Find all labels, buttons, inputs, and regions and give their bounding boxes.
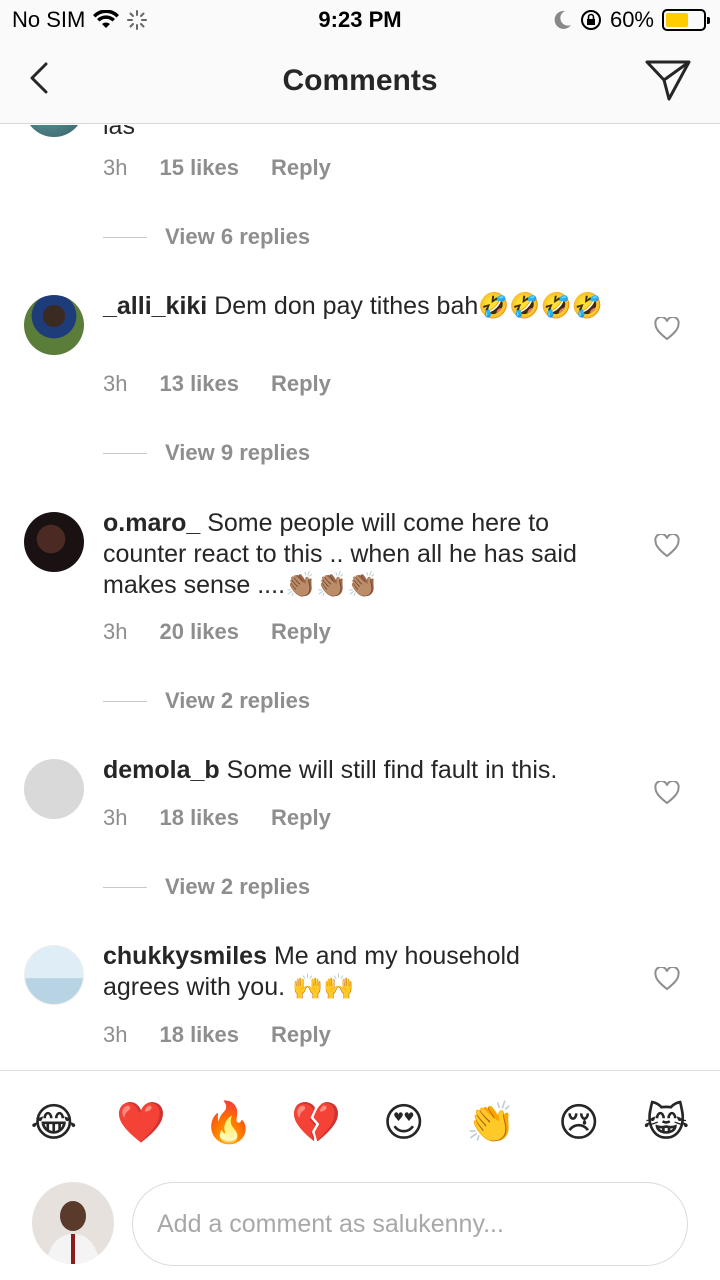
- view-replies-button[interactable]: View 2 replies: [103, 874, 310, 900]
- comment-body: Some will still find fault in this.: [219, 756, 558, 784]
- comment-time: 3h: [103, 805, 128, 830]
- nav-bar: Comments: [0, 40, 720, 124]
- view-replies-label: View 6 replies: [165, 224, 311, 249]
- comment-likes[interactable]: 18 likes: [159, 805, 239, 831]
- view-replies-label: View 9 replies: [165, 440, 311, 465]
- comment-meta: 3h 18 likes Reply: [103, 805, 331, 831]
- reply-button[interactable]: Reply: [271, 1022, 331, 1048]
- comment-time: 3h: [103, 619, 128, 644]
- paper-plane-icon[interactable]: [644, 58, 692, 102]
- crying-face-emoji-icon[interactable]: 😢: [554, 1098, 604, 1148]
- like-heart-icon[interactable]: [654, 534, 680, 558]
- comment-time: 3h: [103, 1022, 128, 1047]
- comments-list[interactable]: las 3h 15 likes Reply View 6 replies _al…: [0, 125, 720, 1070]
- comment-likes[interactable]: 13 likes: [159, 371, 239, 397]
- comment-likes[interactable]: 20 likes: [159, 619, 239, 645]
- broken-heart-emoji-icon[interactable]: 💔: [291, 1098, 341, 1148]
- status-bar: No SIM 9:23 PM 60%: [0, 0, 720, 40]
- comment-body: Dem don pay tithes bah🤣🤣🤣🤣: [207, 292, 603, 320]
- like-heart-icon[interactable]: [654, 317, 680, 341]
- comment-likes[interactable]: 15 likes: [159, 155, 239, 181]
- comment-username[interactable]: _alli_kiki: [103, 292, 207, 320]
- comment-meta: 3h 15 likes Reply: [103, 155, 331, 181]
- comment-meta: 3h 13 likes Reply: [103, 371, 331, 397]
- view-replies-label: View 2 replies: [165, 688, 311, 713]
- orientation-lock-icon: [580, 10, 601, 30]
- comment-username[interactable]: o.maro_: [103, 509, 200, 537]
- like-heart-icon[interactable]: [654, 967, 680, 991]
- comment-meta: 3h 18 likes Reply: [103, 1022, 331, 1048]
- avatar[interactable]: [24, 759, 84, 819]
- moon-icon: [554, 10, 571, 29]
- reply-button[interactable]: Reply: [271, 155, 331, 181]
- page-title: Comments: [282, 64, 438, 97]
- battery-percent: 60%: [609, 7, 654, 32]
- current-user-avatar: [32, 1182, 114, 1264]
- comment-meta: 3h 20 likes Reply: [103, 619, 331, 645]
- comment-username[interactable]: demola_b: [103, 756, 220, 784]
- reply-button[interactable]: Reply: [271, 805, 331, 831]
- view-replies-button[interactable]: View 9 replies: [103, 440, 310, 466]
- heart-eyes-emoji-icon[interactable]: 😍: [379, 1098, 429, 1148]
- divider: [103, 452, 147, 454]
- comment-composer: [0, 1174, 720, 1280]
- comment-time: 3h: [103, 371, 128, 396]
- view-replies-button[interactable]: View 6 replies: [103, 224, 310, 250]
- clapping-hands-emoji-icon[interactable]: 👏: [466, 1098, 516, 1148]
- divider: [103, 700, 147, 702]
- reply-button[interactable]: Reply: [271, 619, 331, 645]
- view-replies-label: View 2 replies: [165, 874, 311, 899]
- divider: [103, 886, 147, 888]
- red-heart-emoji-icon[interactable]: ❤️: [116, 1098, 166, 1148]
- cat-tears-of-joy-emoji-icon[interactable]: 😹: [641, 1098, 691, 1148]
- divider: [103, 236, 147, 238]
- fire-emoji-icon[interactable]: 🔥: [204, 1098, 254, 1148]
- comment-text: las: [103, 125, 135, 140]
- avatar[interactable]: [24, 945, 84, 1005]
- view-replies-button[interactable]: View 2 replies: [103, 688, 310, 714]
- comment-time: 3h: [103, 155, 128, 180]
- reply-button[interactable]: Reply: [271, 371, 331, 397]
- avatar[interactable]: [24, 125, 84, 137]
- like-heart-icon[interactable]: [654, 781, 680, 805]
- avatar[interactable]: [24, 295, 84, 355]
- avatar[interactable]: [24, 512, 84, 572]
- comment-username[interactable]: chukkysmiles: [103, 942, 267, 970]
- comment-likes[interactable]: 18 likes: [159, 1022, 239, 1048]
- tears-of-joy-emoji-icon[interactable]: 😂: [29, 1098, 79, 1148]
- comment-input[interactable]: [132, 1182, 688, 1266]
- battery-icon: [662, 9, 710, 31]
- emoji-bar: 😂 ❤️ 🔥 💔 😍 👏 😢 😹: [0, 1070, 720, 1174]
